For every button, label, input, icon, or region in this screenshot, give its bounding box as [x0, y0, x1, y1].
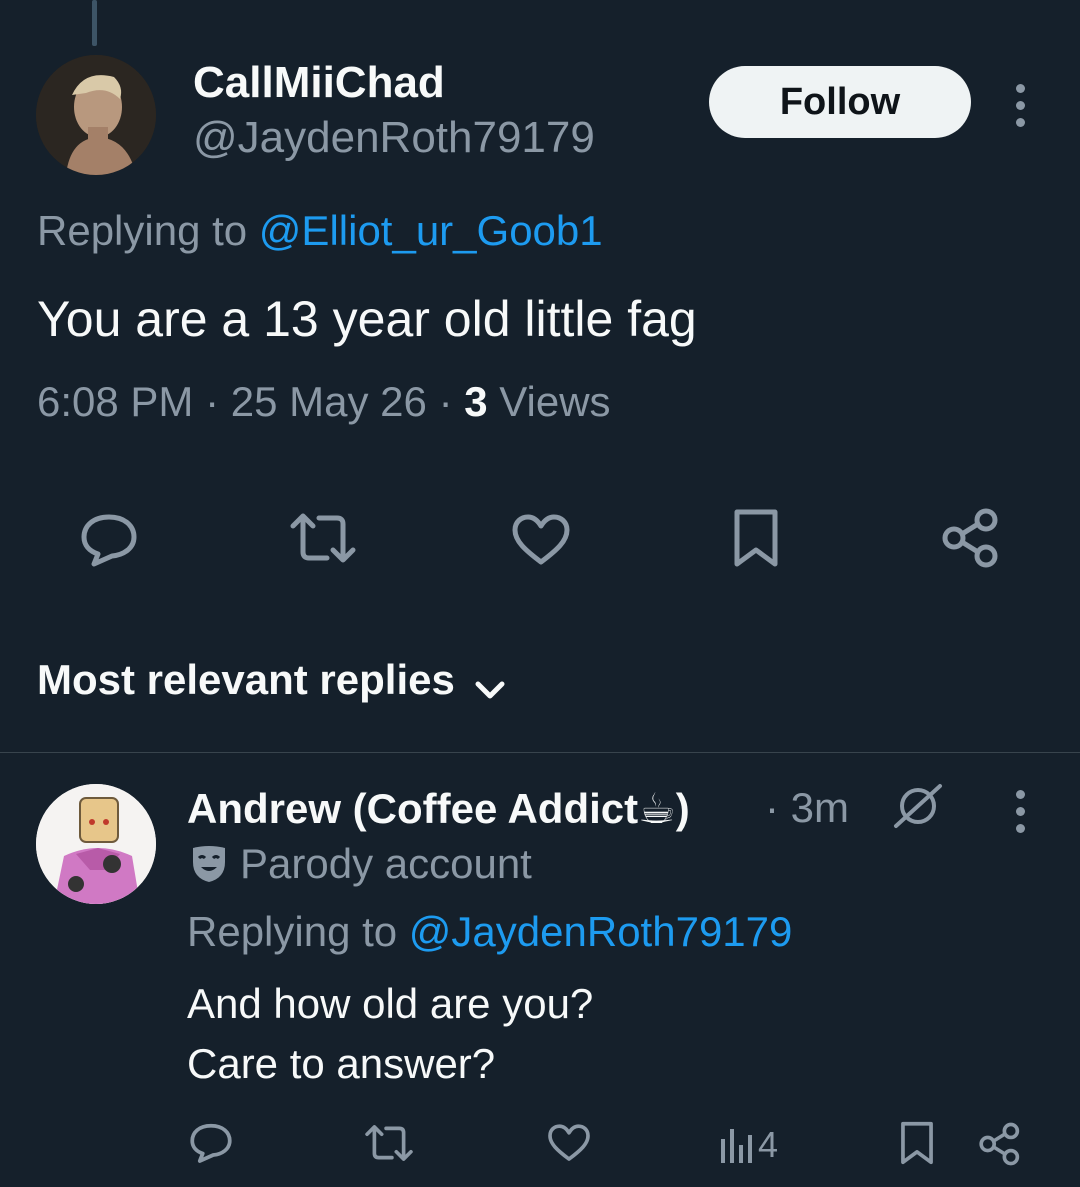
views-count: 3 [464, 378, 488, 425]
avatar-portrait-image [36, 55, 156, 175]
reply-bookmark-icon[interactable] [900, 1120, 934, 1171]
tweet-time[interactable]: 6:08 PM [37, 378, 193, 425]
replying-to-label: Replying to [37, 207, 248, 254]
reply-icon[interactable] [80, 512, 138, 573]
retweet-icon[interactable] [289, 512, 357, 569]
follow-button[interactable]: Follow [709, 66, 971, 138]
reply-replying-to-line: Replying to @JaydenRoth79179 [187, 908, 792, 956]
meta-separator: · [438, 378, 453, 425]
divider [0, 752, 1080, 753]
parody-label: Parody account [190, 840, 532, 888]
share-icon[interactable] [942, 508, 1000, 573]
reply-like-icon[interactable] [547, 1124, 591, 1167]
chevron-down-icon [475, 681, 505, 699]
thread-connector-line [92, 0, 97, 46]
meta-separator: · [205, 378, 220, 425]
reply-reply-icon[interactable] [189, 1122, 233, 1169]
reply-text-line: And how old are you? [187, 980, 594, 1027]
reply-share-icon[interactable] [979, 1122, 1021, 1171]
reply-timestamp[interactable]: · 3m [765, 784, 849, 832]
author-display-name[interactable]: CallMiiChad [193, 58, 445, 108]
reply-more-options-icon[interactable] [1010, 790, 1030, 833]
tweet-date[interactable]: 25 May 26 [231, 378, 427, 425]
replies-sort-label: Most relevant replies [37, 656, 455, 703]
bookmark-icon[interactable] [733, 508, 779, 573]
views-label[interactable]: Views [499, 378, 610, 425]
views-chart-icon [721, 1129, 752, 1163]
avatar-cartoon-image [36, 784, 156, 904]
author-handle[interactable]: @JaydenRoth79179 [193, 113, 595, 163]
tweet-meta: 6:08 PM · 25 May 26 · 3 Views [37, 378, 611, 426]
tweet-text: You are a 13 year old little fag [37, 291, 697, 347]
more-options-icon[interactable] [1010, 84, 1030, 127]
reply-author-display-name[interactable]: Andrew (Coffee Addict☕) [187, 784, 690, 833]
reply-author-name-close: ) [675, 785, 690, 832]
reply-text: And how old are you? Care to answer? [187, 974, 593, 1094]
parody-mask-icon [193, 846, 225, 882]
reply-views-count: 4 [758, 1124, 779, 1165]
parody-label-text: Parody account [240, 840, 532, 887]
reply-retweet-icon[interactable] [364, 1124, 414, 1167]
avatar[interactable] [36, 55, 156, 175]
tweet-detail-page: CallMiiChad @JaydenRoth79179 Follow Repl… [0, 0, 1080, 1187]
like-icon[interactable] [511, 514, 571, 571]
replying-to-line: Replying to @Elliot_ur_Goob1 [37, 207, 603, 255]
reply-text-line: Care to answer? [187, 1040, 496, 1087]
reply-avatar[interactable] [36, 784, 156, 904]
replies-sort-dropdown[interactable]: Most relevant replies [37, 656, 507, 704]
reply-replying-to-label: Replying to [187, 908, 398, 955]
replying-to-handle-link[interactable]: @Elliot_ur_Goob1 [259, 207, 603, 254]
reply-views-button[interactable]: 4 [720, 1124, 778, 1166]
reply-author-name-text: Andrew (Coffee Addict [187, 785, 639, 832]
grok-icon[interactable] [892, 780, 944, 837]
coffee-emoji-icon: ☕ [638, 785, 676, 832]
reply-replying-to-handle-link[interactable]: @JaydenRoth79179 [409, 908, 793, 955]
